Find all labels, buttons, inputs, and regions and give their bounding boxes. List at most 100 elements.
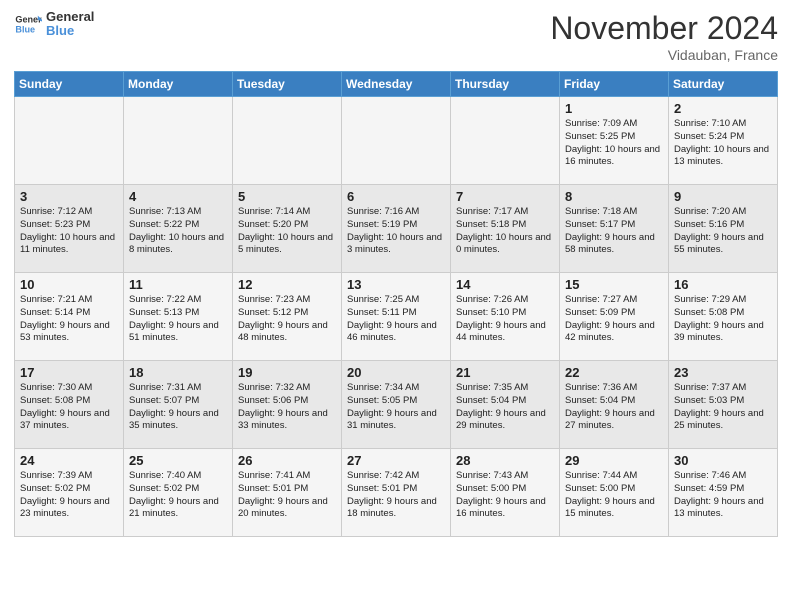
day-number: 1: [565, 101, 663, 116]
day-cell: 14 Sunrise: 7:26 AM Sunset: 5:10 PM Dayli…: [451, 273, 560, 361]
page-header: General Blue General Blue November 2024 …: [14, 10, 778, 63]
day-number: 15: [565, 277, 663, 292]
day-cell: 13 Sunrise: 7:25 AM Sunset: 5:11 PM Dayli…: [342, 273, 451, 361]
day-cell: 25 Sunrise: 7:40 AM Sunset: 5:02 PM Dayli…: [124, 449, 233, 537]
day-cell: 27 Sunrise: 7:42 AM Sunset: 5:01 PM Dayli…: [342, 449, 451, 537]
day-info: Sunrise: 7:17 AM Sunset: 5:18 PM Dayligh…: [456, 206, 554, 257]
day-cell: 23 Sunrise: 7:37 AM Sunset: 5:03 PM Dayli…: [669, 361, 778, 449]
week-row-3: 17Sunrise: 7:30 AM Sunset: 5:08 PM Dayli…: [15, 361, 778, 449]
month-title: November 2024: [550, 10, 778, 47]
day-info: Sunrise: 7:44 AM Sunset: 5:00 PM Dayligh…: [565, 470, 663, 521]
day-info: Sunrise: 7:34 AM Sunset: 5:05 PM Dayligh…: [347, 382, 445, 433]
day-number: 28: [456, 453, 554, 468]
day-cell: 30 Sunrise: 7:46 AM Sunset: 4:59 PM Dayli…: [669, 449, 778, 537]
day-number: 9: [674, 189, 772, 204]
day-number: 20: [347, 365, 445, 380]
day-info: Sunrise: 7:30 AM Sunset: 5:08 PM Dayligh…: [20, 382, 118, 433]
day-cell: 10 Sunrise: 7:21 AM Sunset: 5:14 PM Dayli…: [15, 273, 124, 361]
location: Vidauban, France: [550, 47, 778, 63]
day-number: 14: [456, 277, 554, 292]
header-saturday: Saturday: [669, 72, 778, 97]
day-cell: 9 Sunrise: 7:20 AM Sunset: 5:16 PM Daylig…: [669, 185, 778, 273]
day-number: 10: [20, 277, 118, 292]
day-number: 4: [129, 189, 227, 204]
logo-general: General: [46, 10, 94, 24]
header-tuesday: Tuesday: [233, 72, 342, 97]
day-info: Sunrise: 7:09 AM Sunset: 5:25 PM Dayligh…: [565, 118, 663, 169]
day-info: Sunrise: 7:40 AM Sunset: 5:02 PM Dayligh…: [129, 470, 227, 521]
day-info: Sunrise: 7:39 AM Sunset: 5:02 PM Dayligh…: [20, 470, 118, 521]
header-monday: Monday: [124, 72, 233, 97]
page-container: General Blue General Blue November 2024 …: [0, 0, 792, 551]
day-cell: [342, 97, 451, 185]
week-row-0: 1 Sunrise: 7:09 AM Sunset: 5:25 PM Daylig…: [15, 97, 778, 185]
logo-blue: Blue: [46, 24, 94, 38]
day-cell: [124, 97, 233, 185]
day-cell: 7 Sunrise: 7:17 AM Sunset: 5:18 PM Daylig…: [451, 185, 560, 273]
day-cell: 16 Sunrise: 7:29 AM Sunset: 5:08 PM Dayli…: [669, 273, 778, 361]
day-number: 5: [238, 189, 336, 204]
week-row-2: 10 Sunrise: 7:21 AM Sunset: 5:14 PM Dayli…: [15, 273, 778, 361]
day-cell: 3Sunrise: 7:12 AM Sunset: 5:23 PM Daylig…: [15, 185, 124, 273]
day-number: 2: [674, 101, 772, 116]
day-cell: 11Sunrise: 7:22 AM Sunset: 5:13 PM Dayli…: [124, 273, 233, 361]
day-number: 25: [129, 453, 227, 468]
header-row: SundayMondayTuesdayWednesdayThursdayFrid…: [15, 72, 778, 97]
day-number: 29: [565, 453, 663, 468]
day-number: 12: [238, 277, 336, 292]
day-info: Sunrise: 7:22 AM Sunset: 5:13 PM Dayligh…: [129, 294, 227, 345]
day-number: 13: [347, 277, 445, 292]
day-info: Sunrise: 7:14 AM Sunset: 5:20 PM Dayligh…: [238, 206, 336, 257]
day-cell: 28 Sunrise: 7:43 AM Sunset: 5:00 PM Dayli…: [451, 449, 560, 537]
day-number: 16: [674, 277, 772, 292]
day-info: Sunrise: 7:43 AM Sunset: 5:00 PM Dayligh…: [456, 470, 554, 521]
day-cell: 21 Sunrise: 7:35 AM Sunset: 5:04 PM Dayli…: [451, 361, 560, 449]
header-thursday: Thursday: [451, 72, 560, 97]
header-friday: Friday: [560, 72, 669, 97]
day-number: 19: [238, 365, 336, 380]
day-info: Sunrise: 7:25 AM Sunset: 5:11 PM Dayligh…: [347, 294, 445, 345]
day-number: 8: [565, 189, 663, 204]
day-cell: 6Sunrise: 7:16 AM Sunset: 5:19 PM Daylig…: [342, 185, 451, 273]
svg-text:Blue: Blue: [15, 25, 35, 35]
day-cell: 20 Sunrise: 7:34 AM Sunset: 5:05 PM Dayli…: [342, 361, 451, 449]
day-info: Sunrise: 7:21 AM Sunset: 5:14 PM Dayligh…: [20, 294, 118, 345]
logo-icon: General Blue: [14, 10, 42, 38]
week-row-1: 3Sunrise: 7:12 AM Sunset: 5:23 PM Daylig…: [15, 185, 778, 273]
day-number: 21: [456, 365, 554, 380]
day-info: Sunrise: 7:37 AM Sunset: 5:03 PM Dayligh…: [674, 382, 772, 433]
header-sunday: Sunday: [15, 72, 124, 97]
day-cell: 2Sunrise: 7:10 AM Sunset: 5:24 PM Daylig…: [669, 97, 778, 185]
day-cell: 18 Sunrise: 7:31 AM Sunset: 5:07 PM Dayli…: [124, 361, 233, 449]
day-cell: 19Sunrise: 7:32 AM Sunset: 5:06 PM Dayli…: [233, 361, 342, 449]
day-cell: 24 Sunrise: 7:39 AM Sunset: 5:02 PM Dayli…: [15, 449, 124, 537]
day-cell: 8 Sunrise: 7:18 AM Sunset: 5:17 PM Daylig…: [560, 185, 669, 273]
day-info: Sunrise: 7:27 AM Sunset: 5:09 PM Dayligh…: [565, 294, 663, 345]
day-number: 24: [20, 453, 118, 468]
day-number: 7: [456, 189, 554, 204]
day-info: Sunrise: 7:26 AM Sunset: 5:10 PM Dayligh…: [456, 294, 554, 345]
day-info: Sunrise: 7:31 AM Sunset: 5:07 PM Dayligh…: [129, 382, 227, 433]
day-number: 30: [674, 453, 772, 468]
day-number: 27: [347, 453, 445, 468]
day-number: 26: [238, 453, 336, 468]
day-cell: [451, 97, 560, 185]
day-info: Sunrise: 7:16 AM Sunset: 5:19 PM Dayligh…: [347, 206, 445, 257]
day-info: Sunrise: 7:18 AM Sunset: 5:17 PM Dayligh…: [565, 206, 663, 257]
day-number: 23: [674, 365, 772, 380]
day-number: 18: [129, 365, 227, 380]
day-cell: 5 Sunrise: 7:14 AM Sunset: 5:20 PM Daylig…: [233, 185, 342, 273]
day-cell: 15 Sunrise: 7:27 AM Sunset: 5:09 PM Dayli…: [560, 273, 669, 361]
day-cell: [233, 97, 342, 185]
day-info: Sunrise: 7:41 AM Sunset: 5:01 PM Dayligh…: [238, 470, 336, 521]
day-info: Sunrise: 7:29 AM Sunset: 5:08 PM Dayligh…: [674, 294, 772, 345]
day-cell: 12Sunrise: 7:23 AM Sunset: 5:12 PM Dayli…: [233, 273, 342, 361]
day-cell: 17Sunrise: 7:30 AM Sunset: 5:08 PM Dayli…: [15, 361, 124, 449]
day-info: Sunrise: 7:35 AM Sunset: 5:04 PM Dayligh…: [456, 382, 554, 433]
day-cell: 26 Sunrise: 7:41 AM Sunset: 5:01 PM Dayli…: [233, 449, 342, 537]
day-info: Sunrise: 7:36 AM Sunset: 5:04 PM Dayligh…: [565, 382, 663, 433]
day-cell: 22Sunrise: 7:36 AM Sunset: 5:04 PM Dayli…: [560, 361, 669, 449]
day-info: Sunrise: 7:46 AM Sunset: 4:59 PM Dayligh…: [674, 470, 772, 521]
day-info: Sunrise: 7:20 AM Sunset: 5:16 PM Dayligh…: [674, 206, 772, 257]
day-info: Sunrise: 7:42 AM Sunset: 5:01 PM Dayligh…: [347, 470, 445, 521]
